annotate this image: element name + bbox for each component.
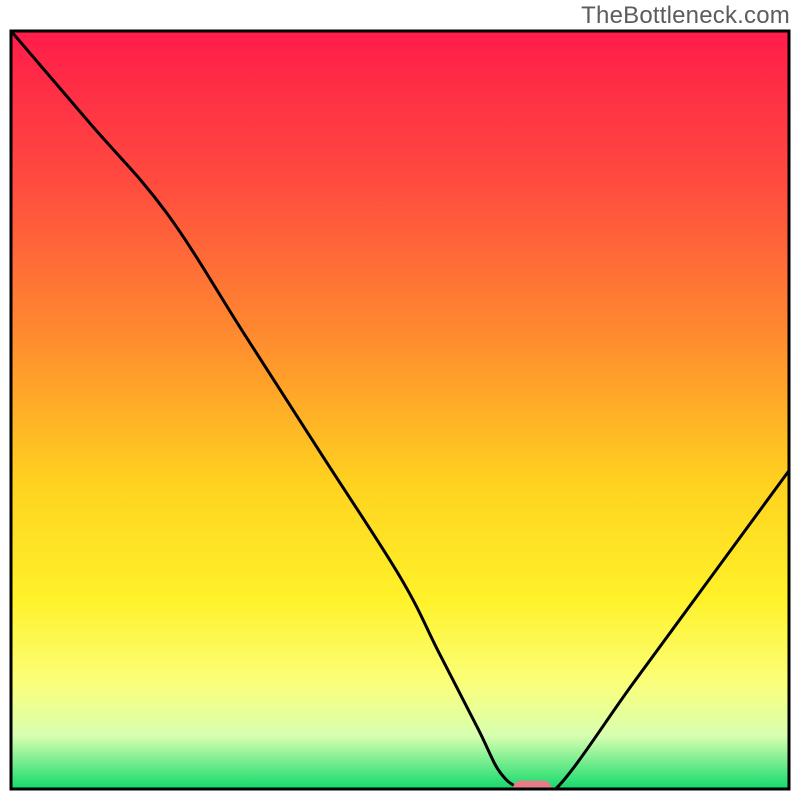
chart-container: { "watermark": "TheBottleneck.com", "cha… xyxy=(0,0,800,800)
plot-background xyxy=(11,31,789,789)
bottleneck-chart xyxy=(0,0,800,800)
